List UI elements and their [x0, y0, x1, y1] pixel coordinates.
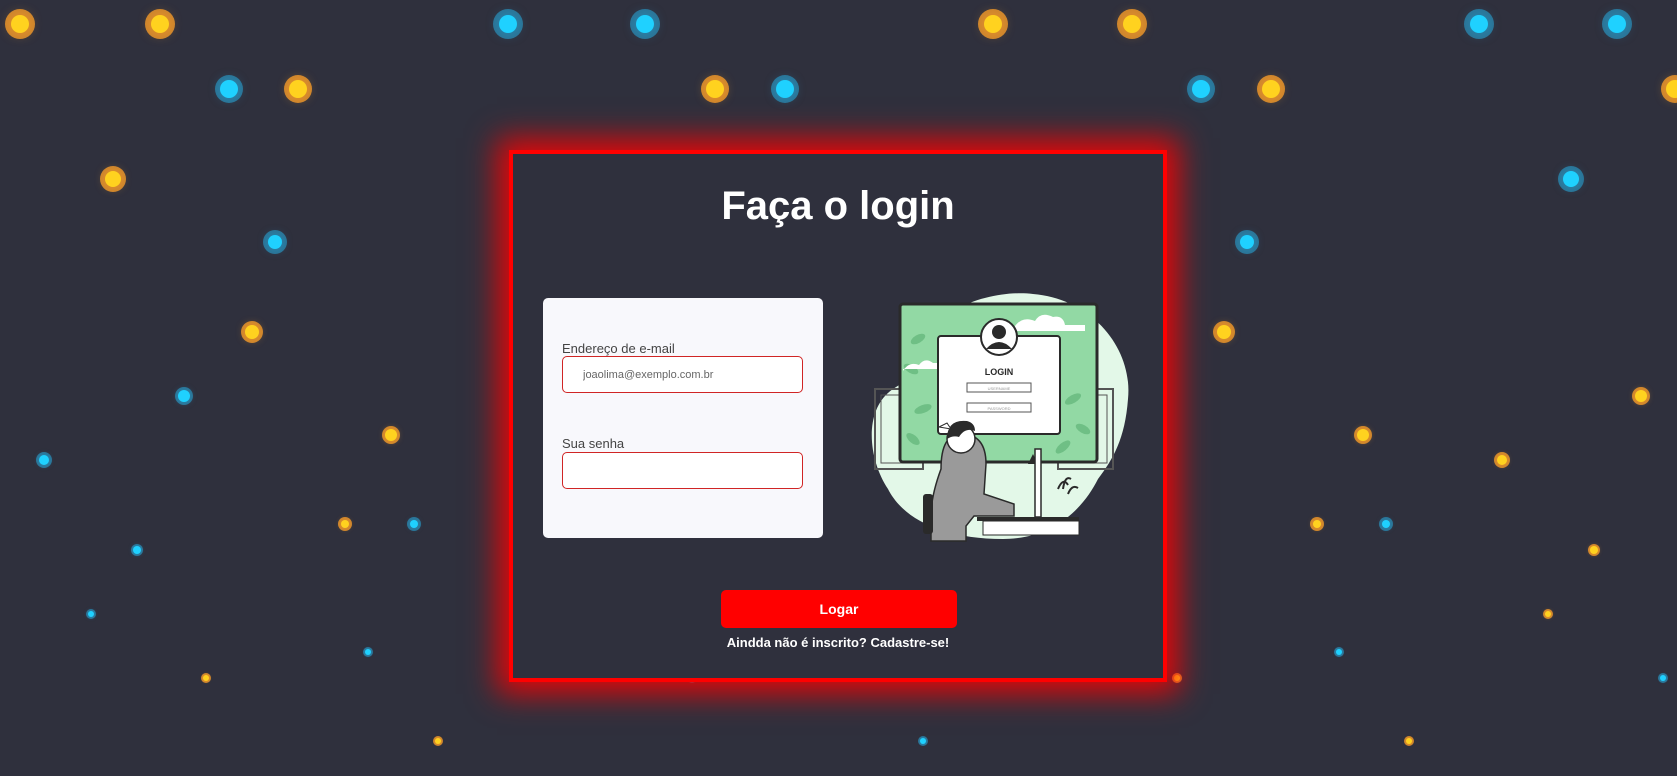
decorative-light — [151, 15, 169, 33]
decorative-light — [1174, 675, 1180, 681]
decorative-light — [1608, 15, 1626, 33]
decorative-light — [1192, 80, 1210, 98]
decorative-light — [1497, 455, 1507, 465]
decorative-light — [11, 15, 29, 33]
decorative-light — [636, 15, 654, 33]
decorative-light — [1635, 390, 1647, 402]
decorative-light — [410, 520, 418, 528]
decorative-light — [706, 80, 724, 98]
decorative-light — [984, 15, 1002, 33]
decorative-light — [1217, 325, 1231, 339]
login-form: Endereço de e-mail Sua senha — [543, 298, 823, 538]
decorative-light — [1545, 611, 1551, 617]
page-title: Faça o login — [721, 184, 955, 228]
login-card: Faça o login Endereço de e-mail Sua senh… — [509, 150, 1167, 682]
decorative-light — [1660, 675, 1666, 681]
decorative-light — [365, 649, 371, 655]
decorative-light — [245, 325, 259, 339]
decorative-light — [499, 15, 517, 33]
email-field[interactable] — [562, 356, 803, 393]
decorative-light — [268, 235, 282, 249]
decorative-light — [1313, 520, 1321, 528]
decorative-light — [1666, 80, 1677, 98]
decorative-light — [105, 171, 121, 187]
decorative-light — [1123, 15, 1141, 33]
decorative-light — [178, 390, 190, 402]
password-label: Sua senha — [562, 436, 625, 451]
decorative-light — [1470, 15, 1488, 33]
email-label: Endereço de e-mail — [562, 341, 675, 356]
password-field[interactable] — [562, 452, 803, 489]
decorative-light — [1262, 80, 1280, 98]
decorative-light — [920, 738, 926, 744]
decorative-light — [776, 80, 794, 98]
decorative-light — [1357, 429, 1369, 441]
decorative-light — [1406, 738, 1412, 744]
decorative-light — [203, 675, 209, 681]
login-button[interactable]: Logar — [721, 590, 957, 628]
signup-prompt: Aindda não é inscrito? Cadastre-se! — [513, 635, 1163, 650]
login-illustration: LOGIN USERNAME PASSWORD — [863, 289, 1133, 549]
decorative-light — [1382, 520, 1390, 528]
decorative-light — [1590, 546, 1598, 554]
decorative-light — [385, 429, 397, 441]
decorative-light — [133, 546, 141, 554]
decorative-light — [220, 80, 238, 98]
decorative-light — [289, 80, 307, 98]
decorative-light — [435, 738, 441, 744]
illustration-password-hint: PASSWORD — [987, 406, 1010, 411]
illustration-heading: LOGIN — [985, 367, 1014, 377]
decorative-light — [39, 455, 49, 465]
signup-link[interactable]: Aindda não é inscrito? Cadastre-se! — [727, 635, 950, 650]
decorative-light — [1563, 171, 1579, 187]
decorative-light — [1336, 649, 1342, 655]
decorative-light — [341, 520, 349, 528]
illustration-username-hint: USERNAME — [988, 386, 1011, 391]
decorative-light — [1240, 235, 1254, 249]
decorative-light — [88, 611, 94, 617]
